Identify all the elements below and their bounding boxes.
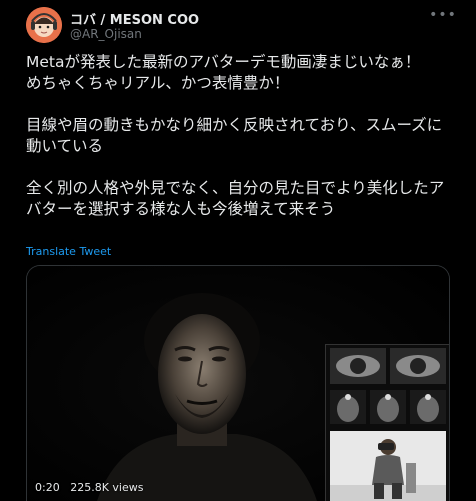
translate-tweet-link[interactable]: Translate Tweet [26, 245, 111, 258]
author-display-name[interactable]: コバ / MESON COO [70, 9, 199, 28]
avatar-image [26, 7, 62, 43]
tweet-paragraph-2: 目線や眉の動きもかなり細かく反映されており、スムーズに動いている [26, 116, 443, 155]
avatar[interactable] [26, 7, 62, 43]
author-handle[interactable]: @AR_Ojisan [70, 27, 142, 41]
video-player[interactable]: 0:20 225.8K views [26, 265, 450, 501]
more-horizontal-icon: ••• [429, 7, 457, 23]
video-time: 0:20 [35, 481, 60, 494]
inset-frame [326, 345, 449, 501]
more-options-button[interactable]: ••• [429, 7, 457, 23]
video-views: 225.8K views [70, 481, 144, 494]
tweet-text: Metaが発表した最新のアバターデモ動画凄まじいなぁ！ めちゃくちゃリアル、かつ… [26, 52, 456, 220]
tweet-paragraph-1: Metaが発表した最新のアバターデモ動画凄まじいなぁ！ めちゃくちゃリアル、かつ… [26, 53, 421, 92]
video-meta: 0:20 225.8K views [35, 481, 150, 494]
tweet-paragraph-3: 全く別の人格や外見でなく、自分の見た目でより美化したアバターを選択する様な人も今… [26, 179, 445, 218]
video-inset [325, 344, 449, 501]
